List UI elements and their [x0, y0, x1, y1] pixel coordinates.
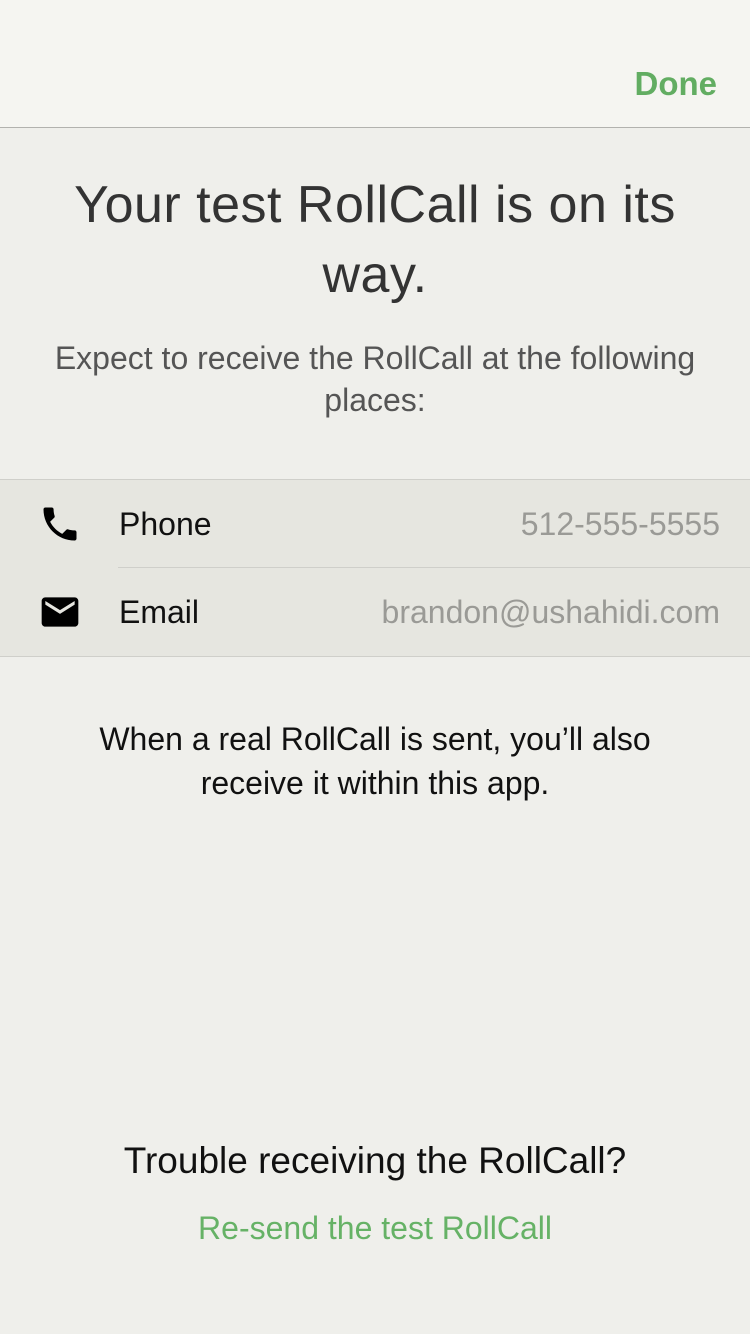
trouble-text: Trouble receiving the RollCall? [123, 1140, 627, 1181]
info-text: When a real RollCall is sent, you’ll als… [99, 721, 651, 801]
page-subtitle: Expect to receive the RollCall at the fo… [54, 340, 696, 418]
contact-value-phone: 512-555-5555 [520, 506, 720, 542]
contact-list: Phone 512-555-5555 Email brandon@ushahid… [0, 479, 750, 657]
contact-label-phone: Phone [119, 506, 212, 542]
contact-row-email: Email brandon@ushahidi.com [0, 568, 750, 656]
phone-icon [38, 502, 82, 546]
navigation-bar: Done [0, 0, 750, 128]
page-title: Your test RollCall is on its way. [74, 176, 676, 304]
done-button[interactable]: Done [635, 64, 718, 104]
contact-row-phone: Phone 512-555-5555 [0, 480, 750, 568]
contact-label-email: Email [119, 594, 200, 630]
resend-button[interactable]: Re-send the test RollCall [40, 1206, 710, 1250]
email-icon [38, 590, 82, 634]
contact-value-email: brandon@ushahidi.com [381, 594, 720, 630]
